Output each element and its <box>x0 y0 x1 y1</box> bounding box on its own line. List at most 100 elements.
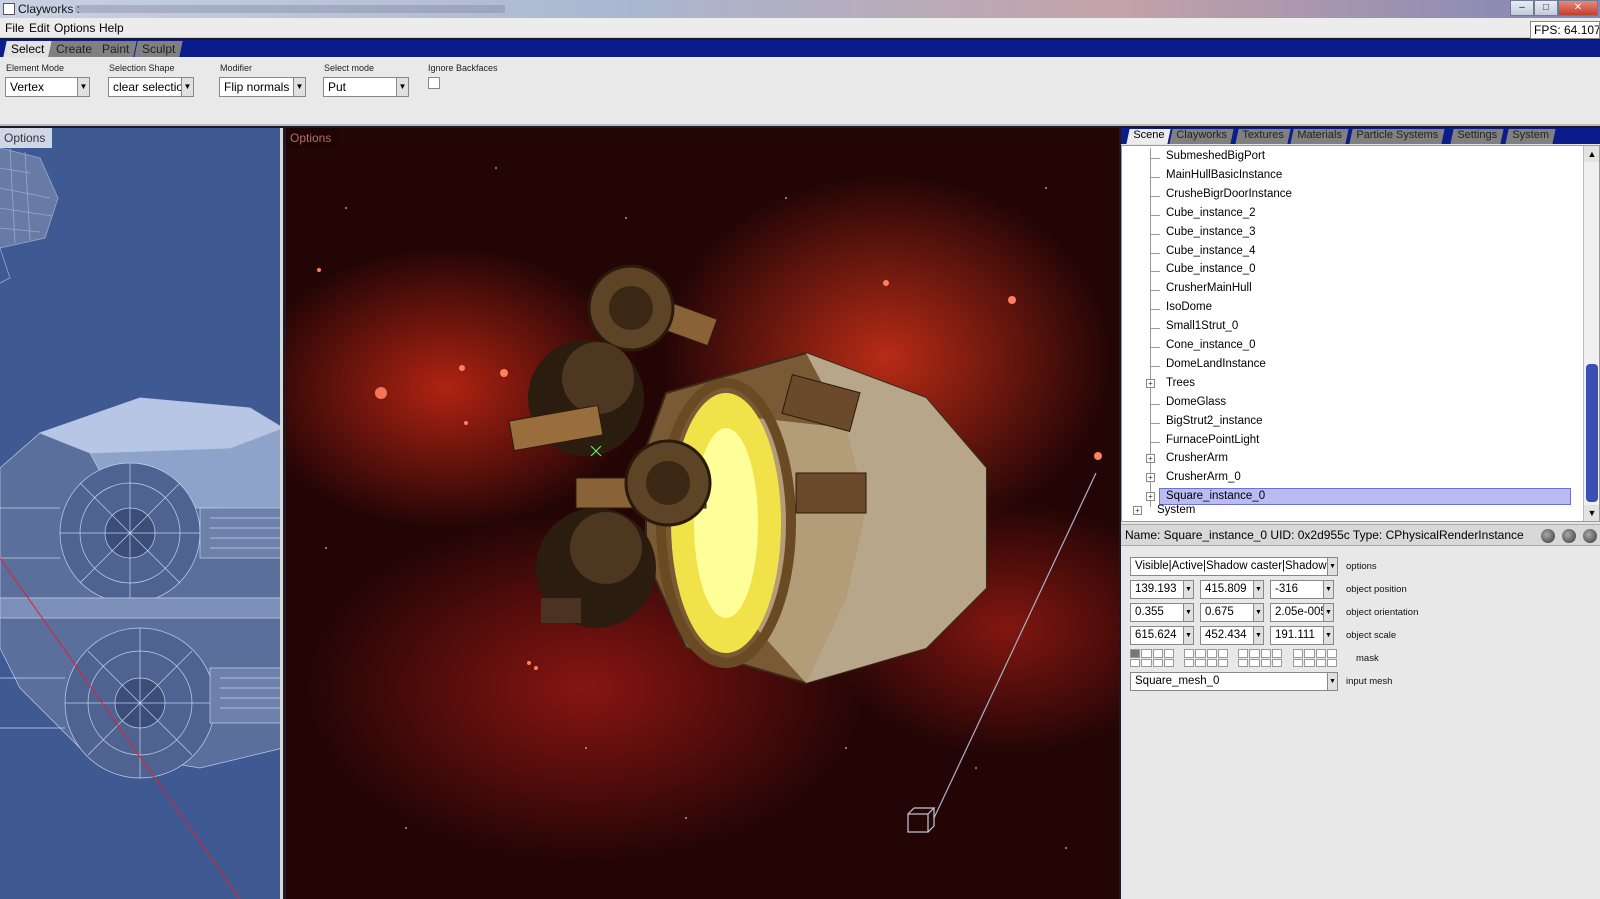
tree-item[interactable]: Cube_instance_4 <box>1122 242 1582 262</box>
dropdown-arrow-icon[interactable]: ▼ <box>1327 673 1337 690</box>
dropdown-arrow-icon[interactable]: ▼ <box>396 78 408 96</box>
minimize-icon[interactable]: – <box>1510 0 1534 16</box>
scroll-up-icon[interactable]: ▲ <box>1584 146 1599 162</box>
scrollbar-thumb[interactable] <box>1586 364 1598 502</box>
tree-item[interactable]: IsoDome <box>1122 299 1582 319</box>
tree-item[interactable]: Small1Strut_0 <box>1122 318 1582 338</box>
tree-item[interactable]: DomeGlass <box>1122 393 1582 413</box>
tab-particle-systems[interactable]: Particle Systems <box>1349 129 1445 144</box>
dropdown-arrow-icon[interactable]: ▼ <box>77 78 89 96</box>
tree-item[interactable]: + CrusherArm_0 <box>1122 469 1582 489</box>
scale-x-field[interactable]: 615.624 ▼ <box>1130 626 1194 645</box>
menu-help[interactable]: Help <box>99 21 124 35</box>
position-z-field[interactable]: -316 ▼ <box>1270 580 1334 599</box>
title-bar[interactable]: Clayworks : – □ ✕ <box>0 0 1600 18</box>
scale-z-field[interactable]: 191.111 ▼ <box>1270 626 1334 645</box>
tree-item[interactable]: Cube_instance_3 <box>1122 223 1582 243</box>
tab-system[interactable]: System <box>1505 129 1556 144</box>
tree-expand-icon[interactable]: + <box>1146 378 1155 388</box>
select-mode-select[interactable]: Put ▼ <box>323 77 409 97</box>
tab-materials[interactable]: Materials <box>1290 129 1349 144</box>
dropdown-arrow-icon[interactable]: ▼ <box>1323 604 1333 621</box>
tab-create[interactable]: Create <box>48 41 100 57</box>
dropdown-arrow-icon[interactable]: ▼ <box>1183 627 1193 644</box>
tab-paint[interactable]: Paint <box>94 41 138 57</box>
mask-group-4[interactable] <box>1293 649 1337 667</box>
input-mesh-field[interactable]: Square_mesh_0 ▼ <box>1130 672 1338 691</box>
tab-scene[interactable]: Scene <box>1126 129 1171 144</box>
dropdown-arrow-icon[interactable]: ▼ <box>1327 558 1337 575</box>
tree-expand-icon[interactable]: + <box>1146 454 1155 464</box>
info-action-1-icon[interactable] <box>1541 529 1555 543</box>
tab-sculpt[interactable]: Sculpt <box>134 41 184 57</box>
ignore-backfaces-checkbox[interactable] <box>428 77 440 89</box>
maximize-icon[interactable]: □ <box>1534 0 1558 16</box>
tree-item[interactable]: Cube_instance_0 <box>1122 261 1582 281</box>
tree-item[interactable]: + Trees <box>1122 374 1582 394</box>
tab-settings[interactable]: Settings <box>1450 129 1504 144</box>
tree-item-label: BigStrut2_instance <box>1166 414 1263 427</box>
orientation-y-field[interactable]: 0.675 ▼ <box>1200 603 1264 622</box>
dropdown-arrow-icon[interactable]: ▼ <box>1253 604 1263 621</box>
left-viewport[interactable]: Options <box>0 128 283 899</box>
scene-render <box>317 167 1102 849</box>
tab-select-label: Select <box>11 42 45 56</box>
tab-clayworks[interactable]: Clayworks <box>1169 129 1234 144</box>
main-viewport-options-button[interactable]: Options <box>286 128 338 148</box>
mask-group-3[interactable] <box>1238 649 1282 667</box>
tree-guide-line <box>1150 347 1160 348</box>
tree-item[interactable]: FurnacePointLight <box>1122 431 1582 451</box>
close-icon[interactable]: ✕ <box>1558 0 1598 16</box>
dropdown-arrow-icon[interactable]: ▼ <box>181 78 193 96</box>
orientation-x-field[interactable]: 0.355 ▼ <box>1130 603 1194 622</box>
tree-item[interactable]: + CrusherArm <box>1122 450 1582 470</box>
position-x-field[interactable]: 139.193 ▼ <box>1130 580 1194 599</box>
tree-root-system[interactable]: + System <box>1122 502 1582 521</box>
scale-y-field[interactable]: 452.434 ▼ <box>1200 626 1264 645</box>
orientation-z-field[interactable]: 2.05e-005 ▼ <box>1270 603 1334 622</box>
tree-item[interactable]: MainHullBasicInstance <box>1122 166 1582 186</box>
menu-edit[interactable]: Edit <box>29 21 50 35</box>
tree-guide-line <box>1150 271 1160 273</box>
tree-item[interactable]: Cube_instance_2 <box>1122 204 1582 224</box>
selection-shape-select[interactable]: clear selection ▼ <box>108 77 194 97</box>
dropdown-arrow-icon[interactable]: ▼ <box>1253 581 1263 598</box>
dropdown-arrow-icon[interactable]: ▼ <box>1183 581 1193 598</box>
mask-group-1[interactable] <box>1130 649 1174 667</box>
element-mode-value: Vertex <box>10 80 45 94</box>
modifier-label: Modifier <box>220 63 253 73</box>
element-mode-select[interactable]: Vertex ▼ <box>5 77 90 97</box>
dropdown-arrow-icon[interactable]: ▼ <box>1253 627 1263 644</box>
tree-guide-line <box>1150 252 1160 254</box>
scene-tree[interactable]: SubmeshedBigPort MainHullBasicInstance Cru… <box>1121 145 1600 522</box>
tree-item[interactable]: SubmeshedBigPort <box>1122 148 1582 167</box>
left-viewport-options-button[interactable]: Options <box>0 128 52 148</box>
menu-options[interactable]: Options <box>54 21 95 35</box>
info-action-3-icon[interactable] <box>1583 529 1597 543</box>
dropdown-arrow-icon[interactable]: ▼ <box>1183 604 1193 621</box>
tree-item[interactable]: CrusheBigrDoorInstance <box>1122 185 1582 205</box>
menu-file[interactable]: File <box>5 21 24 35</box>
tree-expand-icon[interactable]: + <box>1133 506 1142 515</box>
dropdown-arrow-icon[interactable]: ▼ <box>293 78 305 96</box>
tree-item[interactable]: DomeLandInstance <box>1122 355 1582 375</box>
mask-group-2[interactable] <box>1184 649 1228 667</box>
tree-expand-icon[interactable]: + <box>1146 492 1155 502</box>
dropdown-arrow-icon[interactable]: ▼ <box>1323 581 1333 598</box>
dropdown-arrow-icon[interactable]: ▼ <box>1323 627 1333 644</box>
tool-options-bar: Element Mode Vertex ▼ Selection Shape cl… <box>0 57 1600 126</box>
tab-select[interactable]: Select <box>3 41 53 57</box>
scroll-down-icon[interactable]: ▼ <box>1584 505 1599 521</box>
position-y-field[interactable]: 415.809 ▼ <box>1200 580 1264 599</box>
tree-item[interactable]: BigStrut2_instance <box>1122 412 1582 432</box>
options-field[interactable]: Visible|Active|Shadow caster|Shadow r ▼ <box>1130 557 1338 576</box>
main-viewport[interactable]: Options <box>286 128 1119 899</box>
tree-scrollbar[interactable]: ▲ ▼ <box>1583 146 1599 521</box>
tree-item[interactable]: Cone_instance_0 <box>1122 337 1582 356</box>
tree-item-label: Cone_instance_0 <box>1166 339 1256 351</box>
tab-textures[interactable]: Textures <box>1235 129 1291 144</box>
tree-expand-icon[interactable]: + <box>1146 473 1155 483</box>
info-action-2-icon[interactable] <box>1562 529 1576 543</box>
modifier-select[interactable]: Flip normals ▼ <box>219 77 306 97</box>
tree-item[interactable]: CrusherMainHull <box>1122 280 1582 300</box>
